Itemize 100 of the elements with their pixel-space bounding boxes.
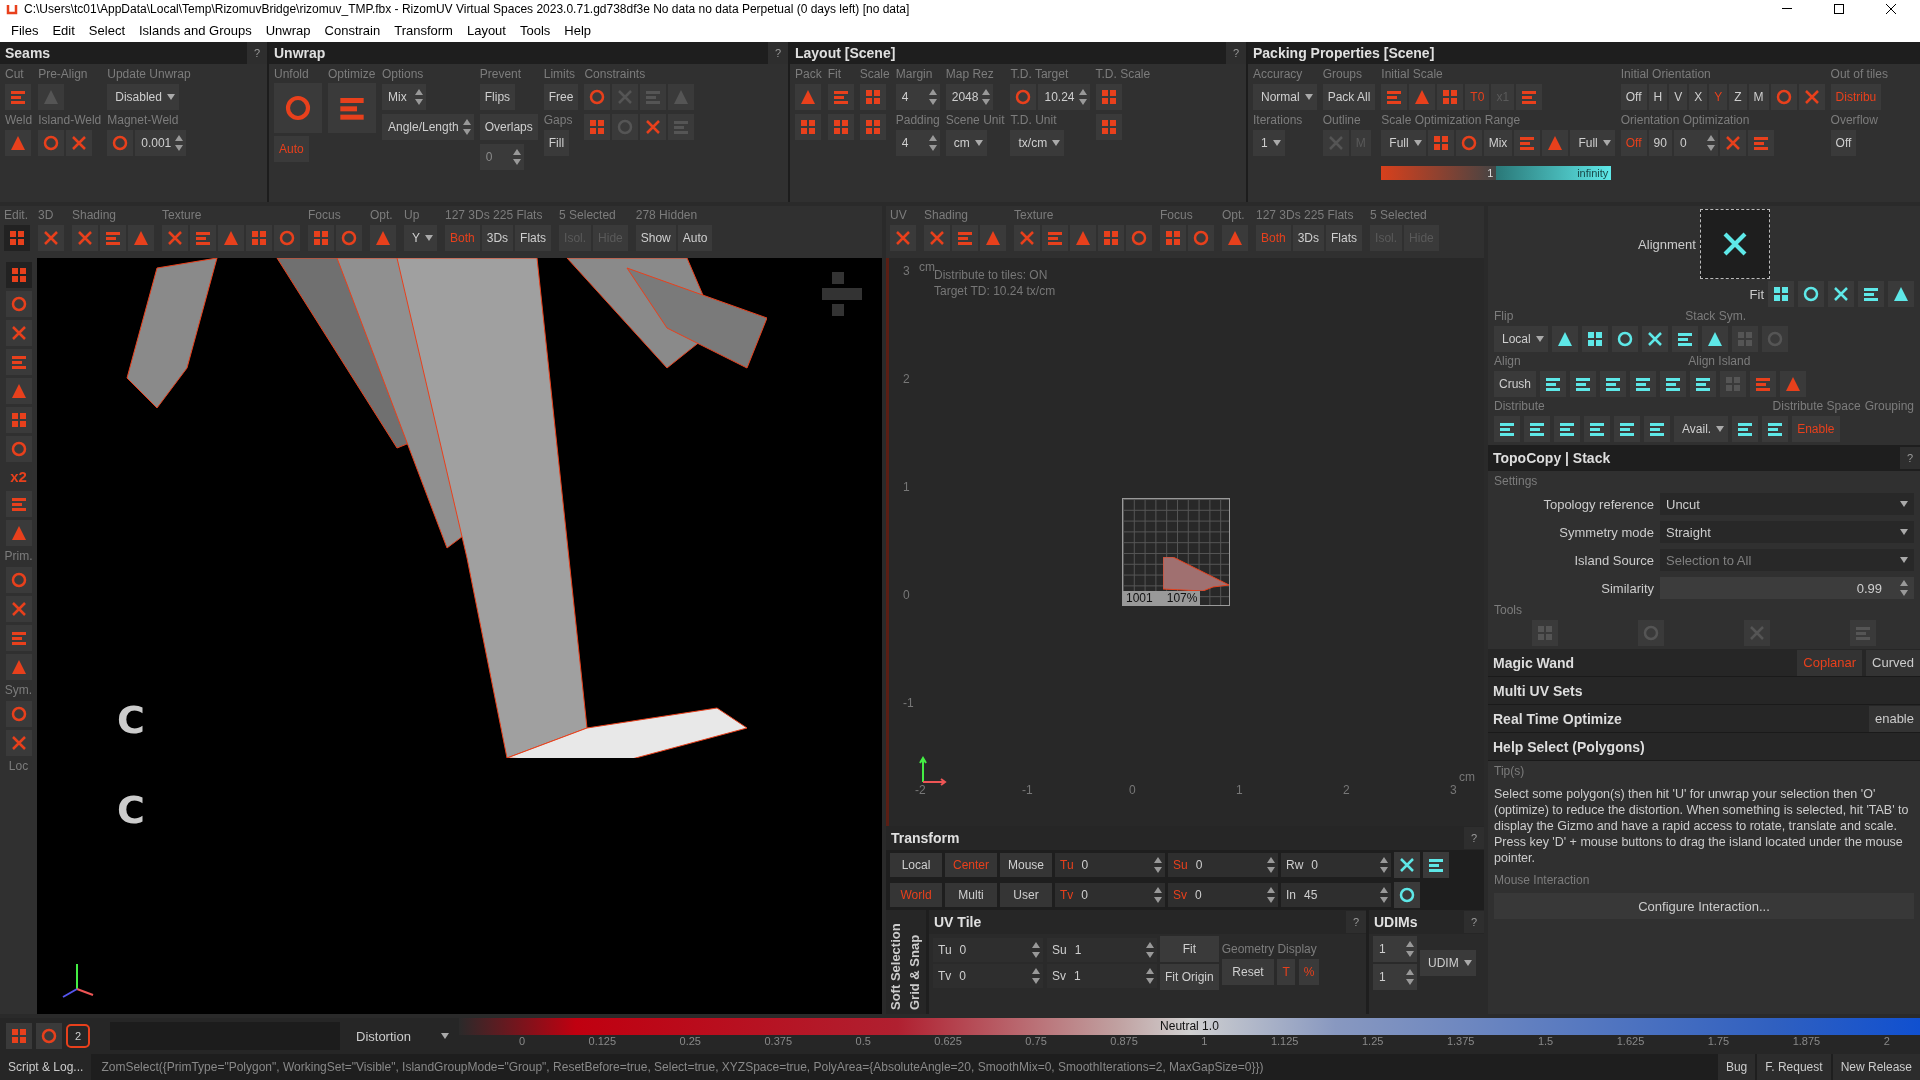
tool-button[interactable] [1660,371,1686,397]
mode-button[interactable]: Local [890,853,942,877]
tool-button[interactable] [1570,371,1596,397]
tool-button[interactable] [1671,326,1698,352]
toggle-button[interactable]: X [1689,84,1708,110]
spin-field[interactable]: 4 [895,84,940,110]
tool-button[interactable] [1828,281,1854,307]
option-button[interactable]: Curved [1866,649,1920,676]
menu-item[interactable]: Islands and Groups [132,22,259,38]
mode-button[interactable]: User [1000,883,1052,907]
toggle-button[interactable]: Free [543,84,579,110]
tool-button[interactable] [1551,326,1578,352]
menu-item[interactable]: Edit [45,22,82,38]
menu-item[interactable]: Files [4,22,46,38]
number-field[interactable]: Tu 0 [1055,853,1165,877]
script-log-button[interactable]: Script & Log... [0,1054,92,1080]
dropdown[interactable]: Normal [1253,84,1317,110]
tool-button[interactable] [1732,416,1759,442]
dropdown[interactable]: cm [945,130,987,156]
toggle-button[interactable]: 3Ds [1292,225,1325,251]
number-field[interactable]: Tv 0 [933,964,1043,988]
spin-field[interactable]: Angle/Length [382,114,474,140]
badge-icon[interactable]: 2 [66,1024,90,1048]
help-button[interactable]: ? [1346,911,1366,933]
tool-button[interactable] [1611,326,1638,352]
tool-button[interactable] [1394,852,1420,878]
toggle-button[interactable]: Flats [1326,225,1363,251]
status-button[interactable]: Bug [1717,1054,1756,1080]
reset-button[interactable]: Reset [1221,958,1275,985]
help-button[interactable]: ? [247,42,267,64]
toggle-button[interactable]: Mix [1483,130,1513,156]
select-field[interactable]: Straight [1660,521,1914,543]
section-title[interactable]: Magic Wand [1493,654,1575,671]
menu-item[interactable]: Layout [459,22,513,38]
spin-field[interactable]: Mix [382,84,426,110]
number-field[interactable]: Tu 0 [933,938,1043,962]
status-button[interactable]: New Release [1832,1054,1920,1080]
spin-field[interactable]: 2048 [945,84,994,110]
spin-field[interactable]: 10.24 [1038,84,1090,110]
toggle-button[interactable]: Show [635,225,676,251]
toggle-button[interactable]: Auto [677,225,713,251]
mode-button[interactable]: Multi [945,883,997,907]
toggle-button[interactable]: Z [1729,84,1747,110]
tool-button[interactable] [5,262,32,288]
menu-item[interactable]: Select [81,22,132,38]
dropdown[interactable]: 1 [1253,130,1285,156]
spin-field[interactable]: 0 [1673,130,1718,156]
tool-button[interactable] [1554,416,1580,442]
tool-button[interactable] [1423,852,1449,878]
toggle-button[interactable]: Off [1620,84,1647,110]
toggle-button[interactable]: V [1669,84,1688,110]
tool-button[interactable] [1524,416,1550,442]
menu-item[interactable]: Transform [387,22,460,38]
number-field[interactable]: Tv 0 [1055,883,1165,907]
spin-field[interactable]: 0.001 [135,130,187,156]
select-field[interactable]: Uncut [1660,493,1914,515]
menu-item[interactable]: Tools [512,22,558,38]
dropdown[interactable]: Y [404,225,437,251]
toggle-button[interactable]: Pack All [1322,84,1376,110]
tool-button[interactable] [1644,416,1670,442]
toggle-button[interactable]: 3Ds [481,225,514,251]
similarity-field[interactable]: 0.99 [1660,577,1914,599]
tool-button[interactable] [1888,281,1914,307]
tool-button[interactable] [1494,416,1520,442]
toggle-button[interactable]: Overlaps [479,114,538,140]
tool-button[interactable] [1701,326,1728,352]
help-button[interactable]: ? [768,42,788,64]
crush-button[interactable]: Crush [1494,371,1536,397]
tool-button[interactable] [1798,281,1824,307]
menu-item[interactable]: Help [557,22,599,38]
dropdown[interactable]: Local [1494,326,1548,352]
configure-button[interactable]: Configure Interaction... [1494,893,1914,919]
help-button[interactable]: ? [1464,827,1484,849]
toggle-button[interactable]: 90 [1648,130,1672,156]
spin-field[interactable]: 1 [1373,936,1417,962]
option-button[interactable]: enable [1868,705,1920,732]
toggle-button[interactable]: Fill [543,130,570,156]
number-field[interactable]: Su 1 [1047,938,1157,962]
toggle-button[interactable]: H [1648,84,1668,110]
tool-button[interactable] [1690,371,1716,397]
menu-item[interactable]: Unwrap [258,22,318,38]
tool-button[interactable] [1584,416,1610,442]
toggle-button[interactable]: Flips [479,84,516,110]
number-field[interactable]: In 45 [1281,883,1391,907]
toggle-button[interactable]: Flats [515,225,552,251]
section-title[interactable]: Real Time Optimize [1493,710,1622,727]
dropdown[interactable]: Disabled [107,84,179,110]
tool-button[interactable] [1540,371,1566,397]
tool-button[interactable] [1768,281,1794,307]
number-field[interactable]: Su 0 [1168,853,1278,877]
fit-button[interactable]: Fit [1160,936,1219,962]
menu-item[interactable]: Constrain [317,22,388,38]
tool-button[interactable] [1630,371,1656,397]
status-button[interactable]: F. Request [1757,1054,1831,1080]
number-field[interactable]: Sv 1 [1047,964,1157,988]
number-field[interactable]: Sv 0 [1168,883,1278,907]
help-button[interactable]: ? [1900,447,1920,469]
tool-button[interactable] [1394,882,1420,908]
section-title[interactable]: Multi UV Sets [1493,682,1583,699]
tool-button[interactable] [1858,281,1884,307]
